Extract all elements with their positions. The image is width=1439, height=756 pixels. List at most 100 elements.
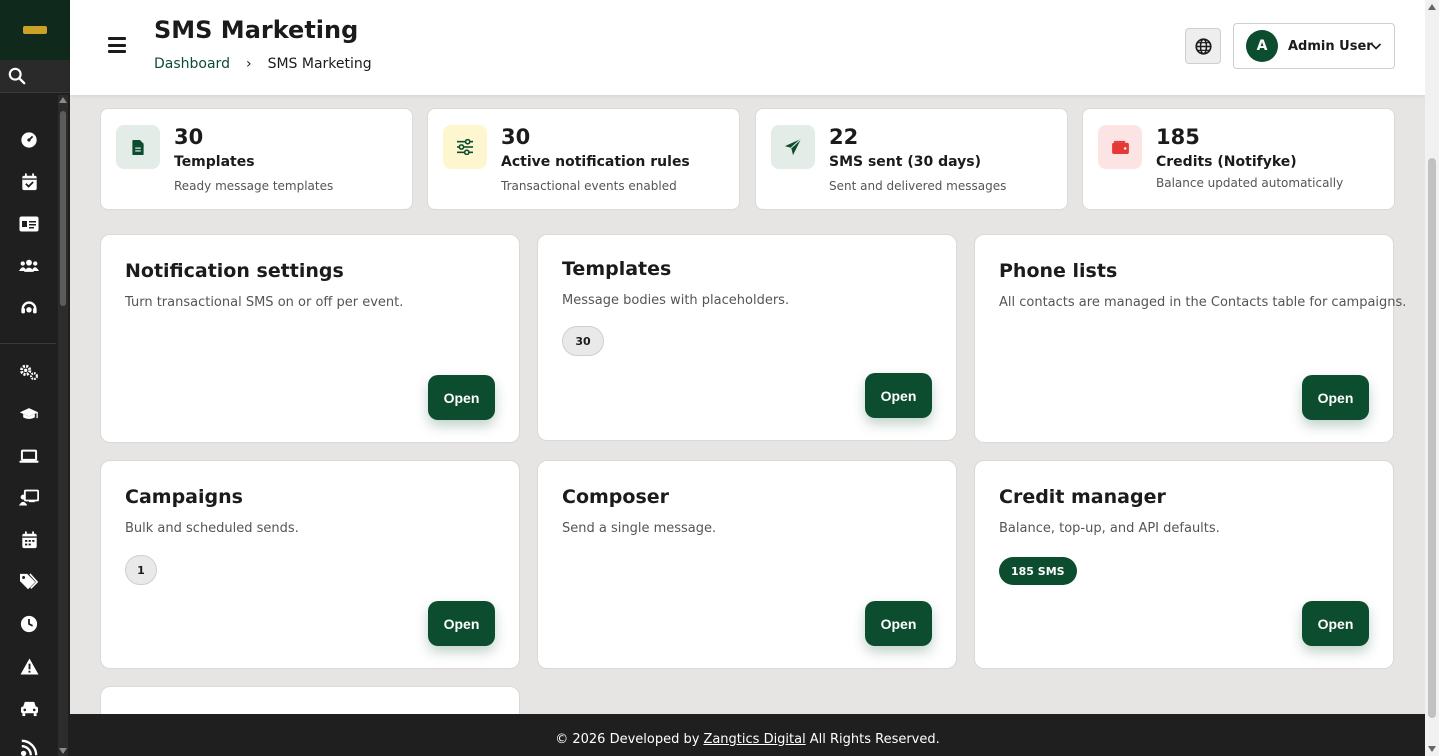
stat-label: SMS sent (30 days) — [829, 154, 981, 170]
document-icon — [132, 139, 144, 155]
sidebar-item-calendar[interactable] — [19, 530, 39, 550]
gauge-icon — [21, 132, 37, 148]
sidebar-divider — [0, 343, 56, 344]
scroll-up-arrow[interactable] — [59, 97, 67, 103]
count-badge: 1 — [125, 555, 157, 585]
globe-icon — [1194, 37, 1212, 55]
menu-toggle-icon[interactable] — [108, 37, 126, 53]
scroll-thumb[interactable] — [1428, 158, 1436, 718]
user-menu-button[interactable]: A Admin User — [1233, 23, 1395, 69]
stat-icon-box — [116, 125, 160, 169]
wallet-icon — [1111, 140, 1129, 154]
sidebar-item-alerts[interactable] — [19, 656, 39, 676]
calendar-check-icon — [21, 173, 37, 191]
card-title: Phone lists — [999, 260, 1118, 282]
stat-value: 30 — [501, 125, 531, 149]
user-name: Admin User — [1288, 38, 1373, 54]
calendar-icon — [21, 531, 37, 549]
stat-icon-box — [1098, 125, 1142, 169]
open-campaigns-button[interactable]: Open — [428, 601, 495, 646]
card-composer: Composer Send a single message. Open — [537, 460, 957, 669]
page-scrollbar[interactable] — [1425, 0, 1439, 756]
count-badge: 30 — [562, 326, 604, 356]
breadcrumb-separator: › — [245, 56, 252, 72]
sidebar — [0, 0, 70, 756]
sidebar-item-calendar-check[interactable] — [19, 172, 39, 192]
sidebar-search[interactable] — [0, 60, 70, 93]
breadcrumb-dashboard-link[interactable]: Dashboard — [154, 56, 230, 72]
open-templates-button[interactable]: Open — [865, 373, 932, 418]
graduation-cap-icon — [19, 408, 39, 419]
users-icon — [19, 259, 39, 272]
id-card-icon — [19, 216, 39, 232]
page-header: SMS Marketing Dashboard › SMS Marketing … — [70, 0, 1425, 95]
stat-value: 30 — [174, 125, 204, 149]
stat-subtext: Ready message templates — [174, 179, 334, 193]
sidebar-item-history[interactable] — [19, 614, 39, 634]
scroll-up-arrow[interactable] — [1428, 4, 1436, 10]
stat-subtext: Balance updated automatically — [1156, 176, 1344, 190]
sidebar-item-transport[interactable] — [19, 698, 39, 718]
card-notification-settings: Notification settings Turn transactional… — [100, 234, 520, 443]
stat-subtext: Sent and delivered messages — [829, 179, 1007, 193]
sidebar-item-teacher[interactable] — [19, 488, 39, 508]
card-description: Turn transactional SMS on or off per eve… — [125, 295, 404, 310]
card-description: Message bodies with placeholders. — [562, 293, 790, 308]
rss-icon — [20, 739, 38, 756]
card-title: Composer — [562, 486, 670, 508]
card-credit-manager: Credit manager Balance, top-up, and API … — [974, 460, 1394, 669]
clock-icon — [20, 615, 38, 633]
sidebar-item-dashboard[interactable] — [19, 130, 39, 150]
open-credit-manager-button[interactable]: Open — [1302, 601, 1369, 646]
sidebar-item-settings[interactable] — [19, 362, 39, 382]
card-title: Notification settings — [125, 260, 344, 282]
stat-icon-box — [771, 125, 815, 169]
stat-label: Active notification rules — [501, 154, 690, 170]
open-notification-settings-button[interactable]: Open — [428, 375, 495, 420]
sidebar-item-users[interactable] — [19, 256, 39, 276]
sidebar-item-support[interactable] — [19, 298, 39, 318]
gears-icon — [20, 364, 38, 381]
footer-company-link[interactable]: Zangtics Digital — [703, 732, 805, 747]
sidebar-item-academics[interactable] — [19, 404, 39, 424]
headset-icon — [21, 301, 37, 314]
stat-label: Templates — [174, 154, 255, 170]
open-composer-button[interactable]: Open — [865, 601, 932, 646]
footer: © 2026 Developed by Zangtics Digital All… — [70, 714, 1425, 756]
stat-card-notification-rules: 30 Active notification rules Transaction… — [427, 108, 740, 210]
sidebar-item-feed[interactable] — [19, 738, 39, 756]
stat-card-sms-sent: 22 SMS sent (30 days) Sent and delivered… — [755, 108, 1068, 210]
open-phone-lists-button[interactable]: Open — [1302, 375, 1369, 420]
footer-suffix: All Rights Reserved. — [809, 731, 940, 747]
tags-icon — [20, 573, 39, 590]
sidebar-item-tags[interactable] — [19, 572, 39, 592]
chalkboard-user-icon — [19, 489, 39, 506]
sliders-icon — [457, 139, 473, 155]
stat-value: 185 — [1156, 125, 1200, 149]
sidebar-scrollbar[interactable] — [58, 95, 68, 756]
app-logo[interactable] — [0, 0, 70, 60]
stat-subtext: Transactional events enabled — [501, 179, 677, 193]
card-description: All contacts are managed in the Contacts… — [999, 295, 1407, 310]
car-icon — [20, 701, 38, 716]
stat-card-credits: 185 Credits (Notifyke) Balance updated a… — [1082, 108, 1395, 210]
stat-icon-box — [443, 125, 487, 169]
card-title: Credit manager — [999, 486, 1166, 508]
sidebar-item-id-card[interactable] — [19, 214, 39, 234]
card-title: Templates — [562, 258, 672, 280]
scroll-down-arrow[interactable] — [1428, 746, 1436, 752]
card-title: Campaigns — [125, 486, 243, 508]
card-phone-lists: Phone lists All contacts are managed in … — [974, 234, 1406, 443]
breadcrumb-current: SMS Marketing — [267, 56, 372, 72]
paper-plane-icon — [784, 138, 802, 156]
language-button[interactable] — [1185, 28, 1221, 64]
logo-mark — [23, 26, 47, 34]
scroll-down-arrow[interactable] — [59, 748, 67, 754]
sms-balance-badge: 185 SMS — [999, 557, 1077, 585]
scroll-thumb[interactable] — [60, 111, 66, 306]
avatar: A — [1246, 30, 1278, 62]
stat-value: 22 — [829, 125, 859, 149]
sidebar-item-laptop[interactable] — [19, 446, 39, 466]
card-templates: Templates Message bodies with placeholde… — [537, 234, 957, 441]
laptop-icon — [19, 449, 39, 463]
